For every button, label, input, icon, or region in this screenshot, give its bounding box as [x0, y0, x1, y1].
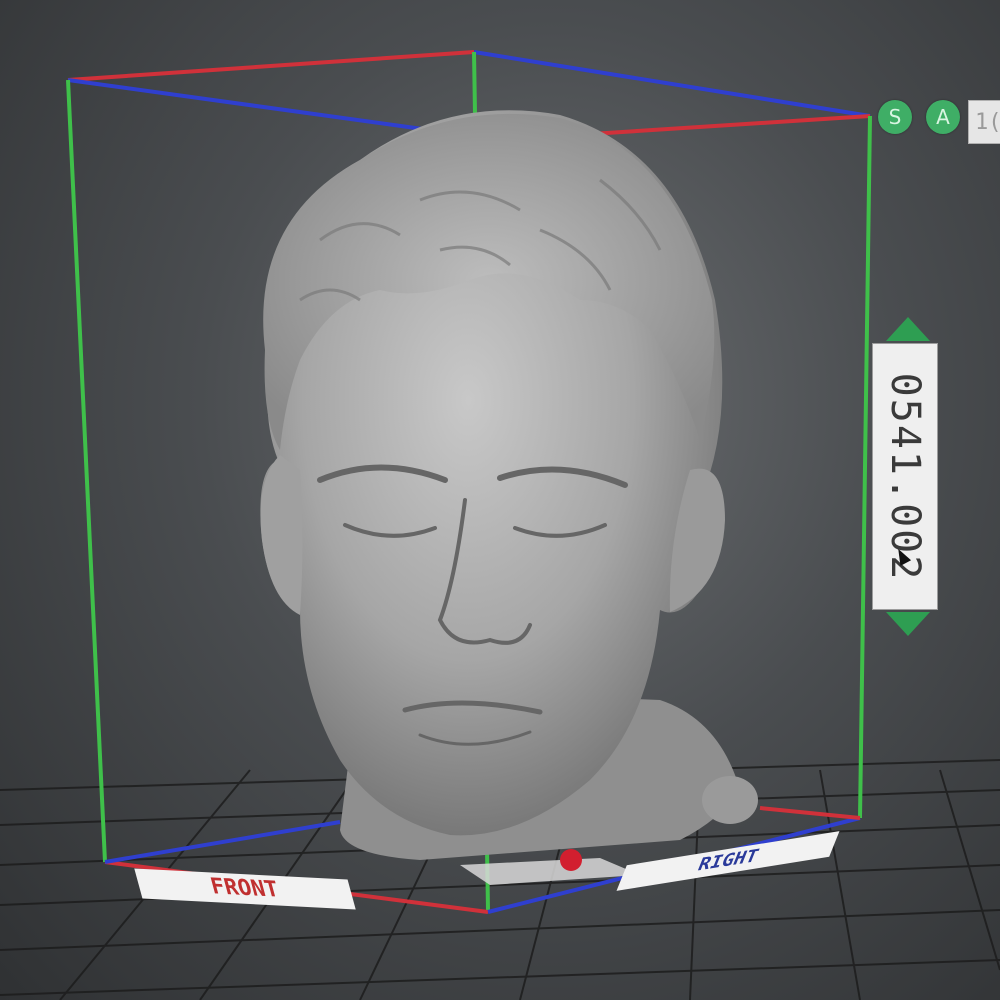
- box-top-right-y-edge: [473, 50, 871, 118]
- view-button-a[interactable]: A: [926, 100, 960, 134]
- box-top-left-y-edge: [67, 78, 431, 132]
- 3d-viewport[interactable]: S A 1( 0541.002 FRONT RIGHT: [0, 0, 1000, 1000]
- top-value-field[interactable]: 1(: [968, 100, 1000, 144]
- arrow-down-icon[interactable]: [886, 612, 930, 636]
- origin-marker: [560, 849, 582, 871]
- box-right-z-edge: [858, 115, 872, 819]
- box-top-front-x-edge: [574, 114, 871, 137]
- arrow-up-icon[interactable]: [886, 317, 930, 341]
- view-button-s[interactable]: S: [878, 100, 912, 134]
- height-input[interactable]: 0541.002: [872, 343, 938, 610]
- scene-canvas[interactable]: [0, 0, 1000, 1000]
- box-left-z-edge: [66, 79, 107, 863]
- model-ear-left: [260, 455, 303, 615]
- box-bottom-back-x-edge: [759, 806, 861, 820]
- model-shoulder: [702, 776, 758, 824]
- box-top-back-x-edge: [67, 50, 475, 82]
